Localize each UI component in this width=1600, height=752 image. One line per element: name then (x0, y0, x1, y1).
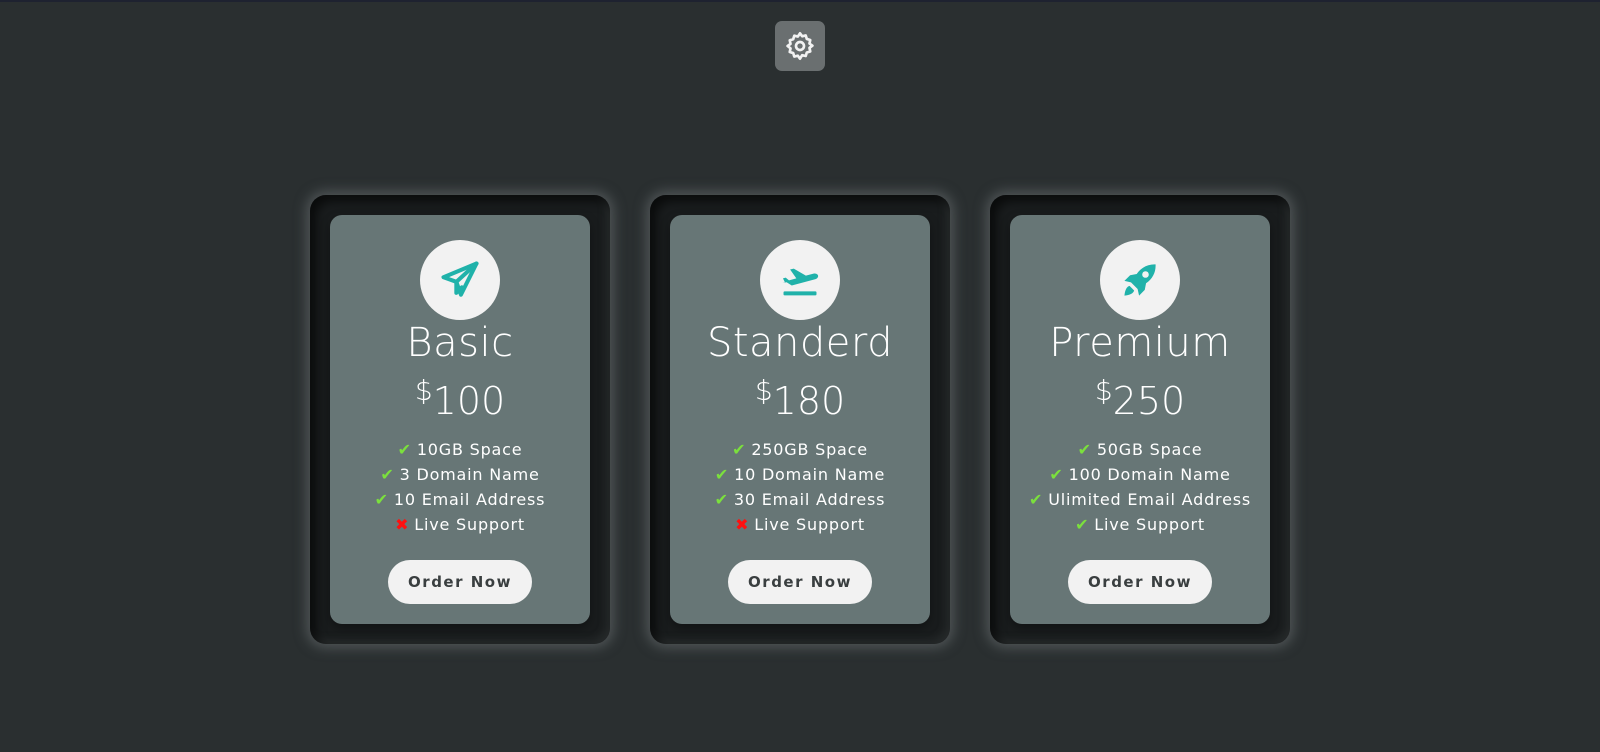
plan-frame-basic: Basic $100 ✔ 10GB Space ✔ 3 Domain Name ✔ 1… (310, 195, 610, 644)
check-icon: ✔ (397, 440, 412, 459)
feature-item: ✔ 3 Domain Name (330, 462, 590, 487)
currency-symbol: $ (414, 374, 433, 407)
feature-list: ✔ 10GB Space ✔ 3 Domain Name ✔ 10 Email Add… (330, 437, 590, 537)
check-icon: ✔ (714, 490, 729, 509)
plan-icon-circle (760, 240, 840, 320)
check-icon: ✔ (374, 490, 389, 509)
feature-text: Live Support (1094, 515, 1205, 534)
feature-item: ✔ 250GB Space (670, 437, 930, 462)
feature-item: ✔ 10 Email Address (330, 487, 590, 512)
feature-text: 10GB Space (416, 440, 523, 459)
feature-text: 30 Email Address (733, 490, 886, 509)
check-icon: ✔ (714, 465, 730, 484)
feature-item: ✔ Ulimited Email Address (1010, 487, 1270, 512)
top-border (0, 0, 1600, 2)
cross-icon: ✖ (735, 515, 750, 534)
gear-icon (786, 32, 814, 60)
currency-symbol: $ (1094, 374, 1113, 407)
currency-symbol: $ (754, 374, 773, 407)
feature-text: Ulimited Email Address (1048, 490, 1251, 509)
settings-button[interactable] (775, 21, 825, 71)
plan-icon-circle (420, 240, 500, 320)
price-amount: 100 (432, 379, 506, 423)
feature-item: ✔ 30 Email Address (670, 487, 930, 512)
price-amount: 180 (772, 379, 846, 423)
plan-name: Premium (1049, 320, 1231, 366)
feature-text: Live Support (414, 515, 525, 534)
plan-price: $100 (330, 377, 590, 423)
check-icon: ✔ (1077, 440, 1092, 459)
check-icon: ✔ (1028, 490, 1044, 509)
plan-name: Basic (406, 320, 514, 366)
pricing-card-basic: Basic $100 ✔ 10GB Space ✔ 3 Domain Name ✔ 1… (330, 215, 590, 624)
feature-item: ✔ 50GB Space (1010, 437, 1270, 462)
order-now-button[interactable]: Order Now (388, 560, 532, 604)
plan-frame-premium: Premium $250 ✔ 50GB Space ✔ 100 Domain Nam… (990, 195, 1290, 644)
order-now-button[interactable]: Order Now (1068, 560, 1212, 604)
feature-text: 10 Domain Name (734, 465, 886, 484)
plane-departure-icon (782, 268, 819, 296)
feature-text: 250GB Space (751, 440, 868, 459)
feature-text: 100 Domain Name (1068, 465, 1231, 484)
paper-plane-icon (441, 261, 479, 297)
feature-item: ✔ 10 Domain Name (670, 462, 930, 487)
feature-list: ✔ 250GB Space ✔ 10 Domain Name ✔ 30 Email A… (670, 437, 930, 537)
plan-frame-standerd: Standerd $180 ✔ 250GB Space ✔ 10 Domain Na… (650, 195, 950, 644)
feature-item: ✔ 100 Domain Name (1010, 462, 1270, 487)
feature-text: 50GB Space (1096, 440, 1203, 459)
check-icon: ✔ (1075, 515, 1090, 534)
order-now-button[interactable]: Order Now (728, 560, 872, 604)
plan-price: $180 (670, 377, 930, 423)
plan-icon-circle (1100, 240, 1180, 320)
feature-text: Live Support (754, 515, 865, 534)
check-icon: ✔ (380, 465, 395, 484)
feature-text: 3 Domain Name (399, 465, 540, 484)
cross-icon: ✖ (395, 515, 410, 534)
check-icon: ✔ (1049, 465, 1064, 484)
feature-item: ✔ 10GB Space (330, 437, 590, 462)
feature-item: ✖ Live Support (670, 512, 930, 537)
feature-list: ✔ 50GB Space ✔ 100 Domain Name ✔ Ulimited E… (1010, 437, 1270, 537)
pricing-card-premium: Premium $250 ✔ 50GB Space ✔ 100 Domain Nam… (1010, 215, 1270, 624)
price-amount: 250 (1112, 379, 1186, 423)
pricing-card-standerd: Standerd $180 ✔ 250GB Space ✔ 10 Domain Na… (670, 215, 930, 624)
check-icon: ✔ (732, 440, 747, 459)
plan-name: Standerd (706, 320, 894, 366)
plan-price: $250 (1010, 377, 1270, 423)
rocket-icon (1124, 264, 1156, 296)
feature-text: 10 Email Address (393, 490, 546, 509)
feature-item: ✔ Live Support (1010, 512, 1270, 537)
feature-item: ✖ Live Support (330, 512, 590, 537)
